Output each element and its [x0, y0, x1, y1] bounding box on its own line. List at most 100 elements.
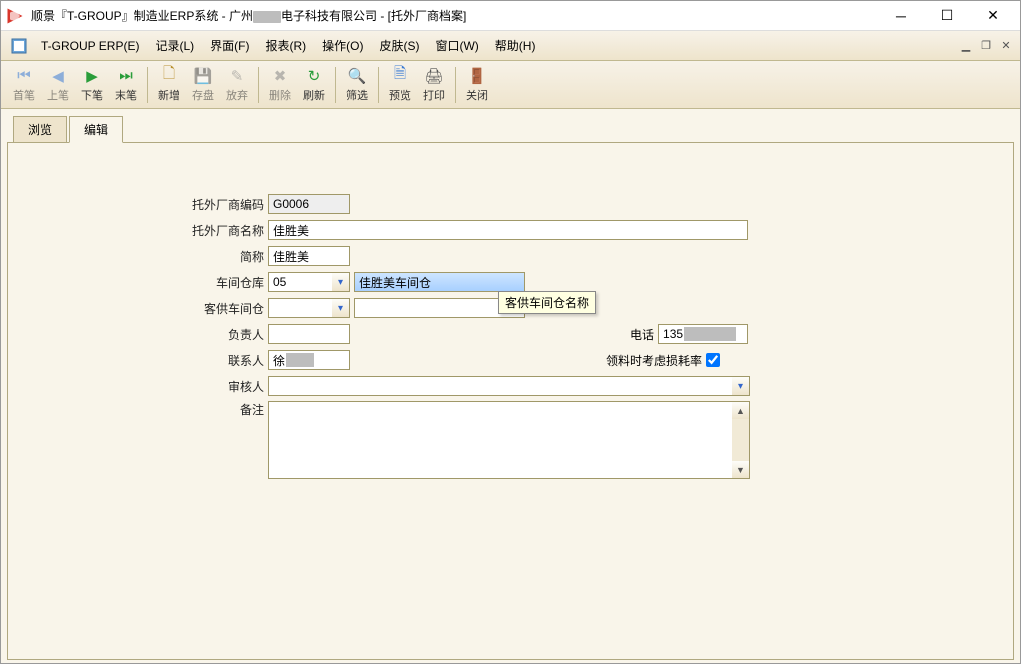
maximize-button[interactable]: ☐ — [924, 2, 970, 30]
redacted-company — [253, 11, 281, 23]
toolbar-筛选[interactable]: 🔍 筛选 — [340, 65, 374, 105]
toolbar-label-放弃: 放弃 — [226, 87, 248, 103]
redacted-contact — [286, 353, 314, 367]
label-owner: 负责人 — [28, 326, 268, 343]
toolbar-label-刷新: 刷新 — [303, 87, 325, 103]
scroll-up-button[interactable]: ▲ — [732, 402, 749, 419]
input-warehouse-code[interactable] — [268, 272, 332, 292]
toolbar-关闭[interactable]: 🚪 关闭 — [460, 65, 494, 105]
toolbar-label-下笔: 下笔 — [81, 87, 103, 103]
menu-item-0[interactable]: T-GROUP ERP(E) — [33, 35, 147, 57]
label-loss: 领料时考虑损耗率 — [606, 352, 704, 369]
toolbar-删除: ✖ 删除 — [263, 65, 297, 105]
label-name: 托外厂商名称 — [28, 222, 268, 239]
toolbar-新增[interactable]: 🗋 新增 — [152, 65, 186, 105]
input-owner[interactable] — [268, 324, 350, 344]
toolbar-icon-关闭: 🚪 — [468, 67, 486, 85]
tooltip-cust-wh-name: 客供车间仓名称 — [498, 291, 596, 314]
toolbar-icon-新增: 🗋 — [160, 67, 178, 85]
toolbar-label-上笔: 上笔 — [47, 87, 69, 103]
input-auditor[interactable] — [268, 376, 732, 396]
checkbox-loss[interactable] — [706, 353, 720, 367]
menu-item-2[interactable]: 界面(F) — [202, 35, 257, 57]
menu-item-6[interactable]: 窗口(W) — [427, 35, 486, 57]
label-short: 简称 — [28, 248, 268, 265]
input-contact[interactable]: 徐 — [268, 350, 350, 370]
label-cust-wh: 客供车间仓 — [28, 300, 268, 317]
toolbar-刷新[interactable]: ↻ 刷新 — [297, 65, 331, 105]
mdi-close-button[interactable]: ✕ — [997, 37, 1015, 55]
toolbar-icon-筛选: 🔍 — [348, 67, 366, 85]
display-warehouse-name: 佳胜美车间仓 — [354, 272, 525, 292]
toolbar-label-关闭: 关闭 — [466, 87, 488, 103]
toolbar-icon-刷新: ↻ — [305, 67, 323, 85]
tab-content-edit: 托外厂商编码 托外厂商名称 简称 车间仓库 ▾ — [7, 142, 1014, 660]
toolbar-打印[interactable]: 🖨 打印 — [417, 65, 451, 105]
toolbar-separator — [455, 67, 456, 103]
toolbar-separator — [378, 67, 379, 103]
toolbar-上笔: ◀ 上笔 — [41, 65, 75, 105]
label-contact: 联系人 — [28, 352, 268, 369]
toolbar-separator — [147, 67, 148, 103]
titlebar: 顺景『T-GROUP』制造业ERP系统 - 广州电子科技有限公司 - [托外厂商… — [1, 1, 1020, 31]
tab-edit[interactable]: 编辑 — [69, 116, 123, 143]
mdi-minimize-button[interactable]: ▁ — [957, 37, 975, 55]
lookup-cust-wh-button[interactable]: ▾ — [332, 298, 350, 318]
toolbar-icon-末笔: ⏭ — [117, 67, 135, 85]
label-auditor: 审核人 — [28, 378, 268, 395]
input-short[interactable] — [268, 246, 350, 266]
toolbar-label-筛选: 筛选 — [346, 87, 368, 103]
label-code: 托外厂商编码 — [28, 196, 268, 213]
toolbar-icon-删除: ✖ — [271, 67, 289, 85]
lookup-auditor-button[interactable]: ▾ — [732, 376, 750, 396]
toolbar-预览[interactable]: 🗎 预览 — [383, 65, 417, 105]
toolbar-label-首笔: 首笔 — [13, 87, 35, 103]
input-code[interactable] — [268, 194, 350, 214]
mdi-restore-button[interactable]: ❐ — [977, 37, 995, 55]
toolbar-下笔[interactable]: ▶ 下笔 — [75, 65, 109, 105]
toolbar-icon-打印: 🖨 — [425, 67, 443, 85]
toolbar-icon-预览: 🗎 — [391, 67, 409, 85]
menu-item-4[interactable]: 操作(O) — [314, 35, 371, 57]
scroll-down-button[interactable]: ▼ — [732, 461, 749, 478]
toolbar-icon-首笔: ⏮ — [15, 67, 33, 85]
minimize-button[interactable]: ─ — [878, 2, 924, 30]
title-text: 顺景『T-GROUP』制造业ERP系统 - 广州电子科技有限公司 - [托外厂商… — [29, 7, 878, 24]
toolbar: ⏮ 首笔 ◀ 上笔 ▶ 下笔 ⏭ 末笔 🗋 新增 💾 存盘 ✎ 放弃 ✖ 删除 ↻ 刷新 🔍 筛选 🗎 预览 🖨 打印 🚪 关闭 — [1, 61, 1020, 109]
toolbar-icon-存盘: 💾 — [194, 67, 212, 85]
menubar: T-GROUP ERP(E)记录(L)界面(F)报表(R)操作(O)皮肤(S)窗… — [1, 31, 1020, 61]
toolbar-label-存盘: 存盘 — [192, 87, 214, 103]
toolbar-放弃: ✎ 放弃 — [220, 65, 254, 105]
mdi-app-icon — [11, 38, 27, 54]
close-button[interactable]: ✕ — [970, 2, 1016, 30]
redacted-phone — [684, 327, 736, 341]
label-phone: 电话 — [630, 326, 658, 343]
input-phone[interactable]: 135 — [658, 324, 748, 344]
textarea-remark[interactable] — [268, 401, 732, 479]
toolbar-存盘: 💾 存盘 — [186, 65, 220, 105]
menu-item-3[interactable]: 报表(R) — [257, 35, 314, 57]
menu-item-7[interactable]: 帮助(H) — [487, 35, 544, 57]
toolbar-separator — [335, 67, 336, 103]
label-warehouse: 车间仓库 — [28, 274, 268, 291]
toolbar-separator — [258, 67, 259, 103]
toolbar-icon-下笔: ▶ — [83, 67, 101, 85]
toolbar-label-删除: 删除 — [269, 87, 291, 103]
app-icon — [5, 6, 25, 26]
input-cust-wh-code[interactable] — [268, 298, 332, 318]
toolbar-末笔[interactable]: ⏭ 末笔 — [109, 65, 143, 105]
toolbar-label-末笔: 末笔 — [115, 87, 137, 103]
tab-browse[interactable]: 浏览 — [13, 116, 67, 143]
toolbar-icon-上笔: ◀ — [49, 67, 67, 85]
toolbar-首笔: ⏮ 首笔 — [7, 65, 41, 105]
content-area: 浏览 编辑 托外厂商编码 托外厂商名称 简称 车间仓库 — [1, 109, 1020, 663]
toolbar-icon-放弃: ✎ — [228, 67, 246, 85]
toolbar-label-打印: 打印 — [423, 87, 445, 103]
menu-item-5[interactable]: 皮肤(S) — [371, 35, 427, 57]
menu-item-1[interactable]: 记录(L) — [147, 35, 202, 57]
toolbar-label-新增: 新增 — [158, 87, 180, 103]
lookup-warehouse-button[interactable]: ▾ — [332, 272, 350, 292]
input-name[interactable] — [268, 220, 748, 240]
label-remark: 备注 — [28, 401, 268, 418]
toolbar-label-预览: 预览 — [389, 87, 411, 103]
